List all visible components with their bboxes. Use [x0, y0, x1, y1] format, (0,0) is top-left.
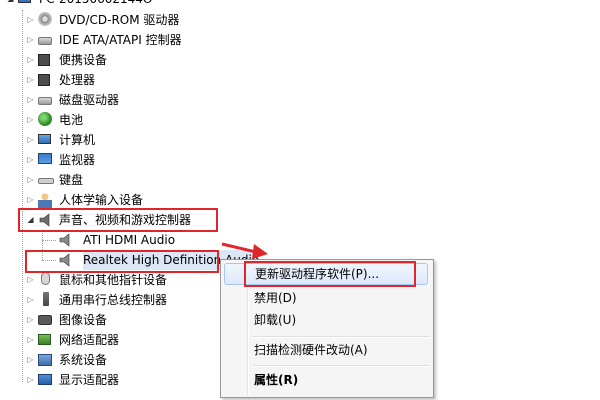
tree-item-computer[interactable]: ▷ 计算机	[26, 130, 95, 150]
tree-item-network[interactable]: ▷ 网络适配器	[26, 330, 119, 350]
tree-item-system[interactable]: ▷ 系统设备	[26, 350, 107, 370]
expand-arrow-icon[interactable]: ▷	[26, 130, 35, 150]
menu-item-disable[interactable]: 禁用(D)	[224, 287, 428, 309]
keyboard-icon	[38, 172, 54, 188]
expand-arrow-icon[interactable]: ▷	[26, 190, 35, 210]
expand-arrow-icon[interactable]: ▷	[26, 290, 35, 310]
usb-icon	[38, 292, 54, 308]
tree-item-label: IDE ATA/ATAPI 控制器	[59, 33, 182, 47]
tree-item-label: 计算机	[59, 133, 96, 147]
tree-item-sound[interactable]: ◢ 声音、视频和游戏控制器	[26, 210, 191, 230]
speaker-icon	[38, 212, 54, 228]
tree-item-label: 系统设备	[59, 353, 108, 367]
tree-item-label: ATI HDMI Audio	[83, 233, 176, 247]
hid-icon	[38, 192, 54, 208]
menu-item-update-driver[interactable]: 更新驱动程序软件(P)...	[224, 263, 428, 285]
tree-item-disk[interactable]: ▷ 磁盘驱动器	[26, 90, 119, 110]
expand-arrow-icon[interactable]: ▷	[26, 90, 35, 110]
expand-arrow-icon[interactable]: ▷	[26, 350, 35, 370]
collapse-arrow-icon[interactable]: ◢	[6, 0, 15, 9]
camera-icon	[38, 312, 54, 328]
processor-icon	[38, 72, 54, 88]
tree-item-processor[interactable]: ▷ 处理器	[26, 70, 95, 90]
device-tree: ◢ PC-20150602144O ▷ DVD/CD-ROM 驱动器 ▷ IDE…	[0, 0, 600, 400]
speaker-icon	[58, 232, 74, 248]
tree-item-label: 磁盘驱动器	[59, 93, 120, 107]
tree-item-label: DVD/CD-ROM 驱动器	[59, 13, 180, 27]
expand-arrow-icon[interactable]: ▷	[26, 270, 35, 290]
expand-arrow-icon[interactable]: ▷	[26, 170, 35, 190]
tree-item-mouse[interactable]: ▷ 鼠标和其他指针设备	[26, 270, 167, 290]
tree-item-label: 键盘	[59, 173, 84, 187]
tree-item-dvd[interactable]: ▷ DVD/CD-ROM 驱动器	[26, 10, 179, 30]
expand-arrow-icon[interactable]: ▷	[26, 310, 35, 330]
tree-item-label: 人体学输入设备	[59, 193, 144, 207]
context-menu: 更新驱动程序软件(P)... 禁用(D) 卸载(U) 扫描检测硬件改动(A) 属…	[220, 259, 434, 398]
expand-arrow-icon[interactable]: ▷	[26, 330, 35, 350]
menu-item-scan[interactable]: 扫描检测硬件改动(A)	[224, 339, 428, 361]
tree-item-label: 便携设备	[59, 53, 108, 67]
disk-drive-icon	[38, 92, 54, 108]
portable-device-icon	[38, 52, 54, 68]
menu-separator	[253, 336, 430, 338]
expand-arrow-icon[interactable]: ▷	[26, 110, 35, 130]
tree-item-label: 处理器	[59, 73, 96, 87]
tree-item-usb[interactable]: ▷ 通用串行总线控制器	[26, 290, 167, 310]
system-device-icon	[38, 352, 54, 368]
tree-item-imaging[interactable]: ▷ 图像设备	[26, 310, 107, 330]
expand-arrow-icon[interactable]: ▷	[26, 150, 35, 170]
menu-separator	[253, 365, 430, 367]
computer-icon	[18, 0, 34, 7]
tree-item-label: 电池	[59, 113, 84, 127]
dvd-drive-icon	[38, 12, 54, 28]
tree-item-display[interactable]: ▷ 显示适配器	[26, 370, 119, 390]
expand-arrow-icon[interactable]: ▷	[26, 10, 35, 30]
tree-item-hid[interactable]: ▷ 人体学输入设备	[26, 190, 143, 210]
tree-item-keyboard[interactable]: ▷ 键盘	[26, 170, 83, 190]
menu-item-properties[interactable]: 属性(R)	[224, 369, 428, 391]
expand-arrow-icon[interactable]: ▷	[26, 70, 35, 90]
menu-item-uninstall[interactable]: 卸载(U)	[224, 309, 428, 331]
battery-icon	[38, 112, 54, 128]
tree-item-label: 网络适配器	[59, 333, 120, 347]
tree-item-label: 图像设备	[59, 313, 108, 327]
tree-item-label: 监视器	[59, 153, 96, 167]
expand-arrow-icon[interactable]: ▷	[26, 370, 35, 390]
tree-item-ide[interactable]: ▷ IDE ATA/ATAPI 控制器	[26, 30, 182, 50]
tree-root[interactable]: ◢ PC-20150602144O	[6, 0, 152, 9]
tree-item-battery[interactable]: ▷ 电池	[26, 110, 83, 130]
tree-item-monitor[interactable]: ▷ 监视器	[26, 150, 95, 170]
tree-item-ati-hdmi[interactable]: ATI HDMI Audio	[58, 230, 175, 250]
computer-icon	[38, 132, 54, 148]
mouse-icon	[38, 272, 54, 288]
tree-item-label: 通用串行总线控制器	[59, 293, 168, 307]
ide-controller-icon	[38, 32, 54, 48]
speaker-icon	[58, 252, 74, 268]
collapse-arrow-icon[interactable]: ◢	[26, 210, 35, 230]
expand-arrow-icon[interactable]: ▷	[26, 50, 35, 70]
tree-item-label: 鼠标和其他指针设备	[59, 273, 168, 287]
tree-item-portable[interactable]: ▷ 便携设备	[26, 50, 107, 70]
tree-item-label: 声音、视频和游戏控制器	[59, 213, 192, 227]
root-label: PC-20150602144O	[39, 0, 152, 9]
monitor-icon	[38, 152, 54, 168]
tree-item-label: 显示适配器	[59, 373, 120, 387]
display-adapter-icon	[38, 372, 54, 388]
expand-arrow-icon[interactable]: ▷	[26, 30, 35, 50]
network-adapter-icon	[38, 332, 54, 348]
